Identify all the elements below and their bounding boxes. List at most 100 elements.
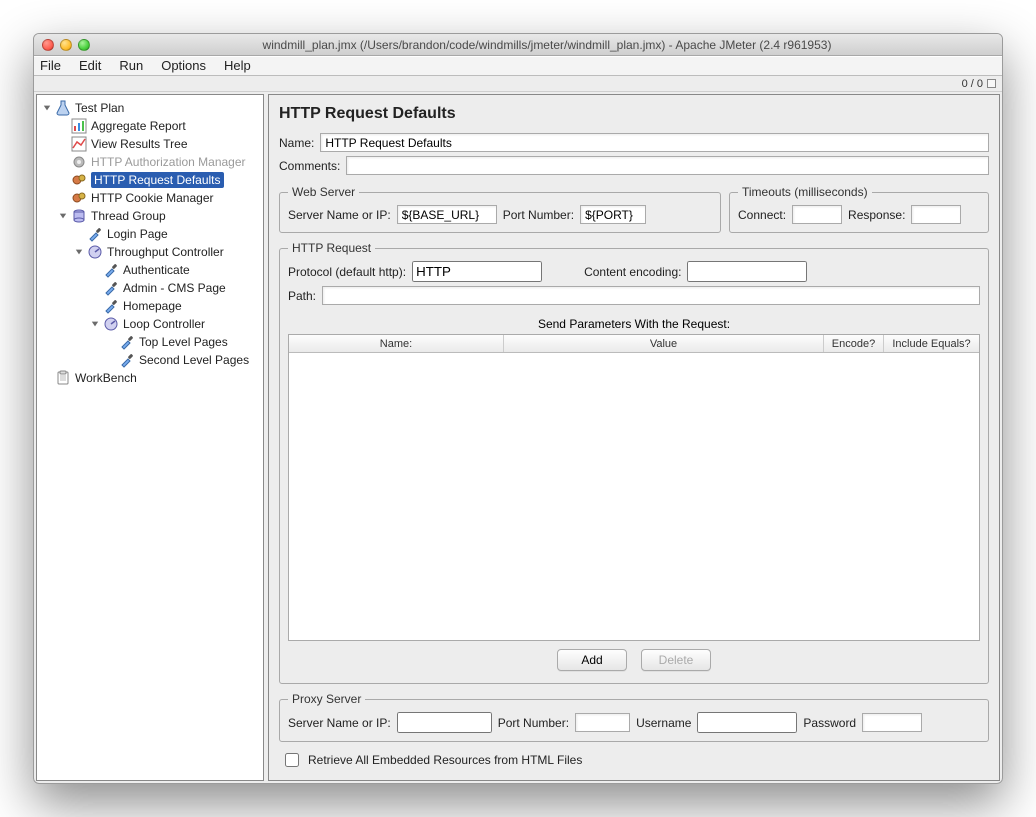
port-input[interactable] [580, 205, 646, 224]
status-indicator-icon [987, 79, 996, 88]
tree-item-aggregate-report[interactable]: Aggregate Report [37, 117, 263, 135]
tree-item-label: Admin - CMS Page [123, 281, 226, 295]
port-label: Port Number: [503, 208, 574, 222]
path-input[interactable] [322, 286, 980, 305]
tree-item-login-page[interactable]: Login Page [37, 225, 263, 243]
dropper-icon [87, 226, 103, 242]
dropper-icon [103, 262, 119, 278]
tree-item-http-auth-manager[interactable]: HTTP Authorization Manager [37, 153, 263, 171]
knob-icon [103, 316, 119, 332]
tree-item-label: Top Level Pages [139, 335, 228, 349]
comments-label: Comments: [279, 159, 340, 173]
tree-item-throughput-controller[interactable]: Throughput Controller [37, 243, 263, 261]
menu-run[interactable]: Run [119, 58, 143, 73]
proxy-server-group: Proxy Server Server Name or IP: Port Num… [279, 692, 989, 742]
protocol-input[interactable] [412, 261, 542, 282]
disclosure-triangle-icon[interactable] [57, 210, 69, 222]
knob-icon [87, 244, 103, 260]
titlebar: windmill_plan.jmx (/Users/brandon/code/w… [34, 34, 1002, 56]
dropper-icon [103, 298, 119, 314]
tree-item-admin-cms-page[interactable]: Admin - CMS Page [37, 279, 263, 297]
response-input[interactable] [911, 205, 961, 224]
test-plan-tree[interactable]: Test Plan Aggregate Report [36, 94, 264, 781]
delete-button[interactable]: Delete [641, 649, 711, 671]
status-bar: 0 / 0 [34, 76, 1002, 92]
tree-item-thread-group[interactable]: Thread Group [37, 207, 263, 225]
zoom-window-button[interactable] [78, 39, 90, 51]
connect-label: Connect: [738, 208, 786, 222]
clipboard-icon [55, 370, 71, 386]
disclosure-triangle-icon[interactable] [41, 102, 53, 114]
params-table[interactable]: Name: Value Encode? Include Equals? [288, 334, 980, 641]
dropper-icon [103, 280, 119, 296]
gear-icon [71, 154, 87, 170]
menu-file[interactable]: File [40, 58, 61, 73]
tree-item-label: WorkBench [75, 371, 137, 385]
add-button[interactable]: Add [557, 649, 627, 671]
tree-item-label: HTTP Cookie Manager [91, 191, 214, 205]
encoding-input[interactable] [687, 261, 807, 282]
tree-item-label: Thread Group [91, 209, 166, 223]
gears-icon [71, 190, 87, 206]
response-label: Response: [848, 208, 905, 222]
web-server-group: Web Server Server Name or IP: Port Numbe… [279, 185, 721, 233]
tree-item-homepage[interactable]: Homepage [37, 297, 263, 315]
timeouts-group: Timeouts (milliseconds) Connect: Respons… [729, 185, 989, 233]
proxy-user-input[interactable] [697, 712, 797, 733]
close-window-button[interactable] [42, 39, 54, 51]
tree-item-loop-controller[interactable]: Loop Controller [37, 315, 263, 333]
tree-item-label: Homepage [123, 299, 182, 313]
dropper-icon [119, 352, 135, 368]
http-request-group: HTTP Request Protocol (default http): Co… [279, 241, 989, 684]
tree-item-label: HTTP Request Defaults [91, 172, 224, 188]
menu-help[interactable]: Help [224, 58, 251, 73]
window-controls [42, 39, 90, 51]
proxy-server-label: Server Name or IP: [288, 716, 391, 730]
proxy-port-input[interactable] [575, 713, 630, 732]
server-name-input[interactable] [397, 205, 497, 224]
col-value[interactable]: Value [504, 335, 824, 352]
menu-options[interactable]: Options [161, 58, 206, 73]
disclosure-triangle-icon[interactable] [89, 318, 101, 330]
connect-input[interactable] [792, 205, 842, 224]
app-window: windmill_plan.jmx (/Users/brandon/code/w… [33, 33, 1003, 784]
chart-icon [71, 136, 87, 152]
spool-icon [71, 208, 87, 224]
col-include[interactable]: Include Equals? [884, 335, 979, 352]
proxy-pass-label: Password [803, 716, 856, 730]
tree-item-test-plan[interactable]: Test Plan [37, 99, 263, 117]
proxy-port-label: Port Number: [498, 716, 569, 730]
web-server-legend: Web Server [288, 185, 359, 199]
tree-item-label: Throughput Controller [107, 245, 224, 259]
tree-item-workbench[interactable]: WorkBench [37, 369, 263, 387]
proxy-user-label: Username [636, 716, 691, 730]
col-encode[interactable]: Encode? [824, 335, 884, 352]
disclosure-triangle-icon[interactable] [73, 246, 85, 258]
tree-item-authenticate[interactable]: Authenticate [37, 261, 263, 279]
proxy-server-input[interactable] [397, 712, 492, 733]
menu-edit[interactable]: Edit [79, 58, 101, 73]
tree-item-http-cookie-manager[interactable]: HTTP Cookie Manager [37, 189, 263, 207]
flask-icon [55, 100, 71, 116]
comments-input[interactable] [346, 156, 989, 175]
timeouts-legend: Timeouts (milliseconds) [738, 185, 872, 199]
tree-item-second-level-pages[interactable]: Second Level Pages [37, 351, 263, 369]
name-input[interactable] [320, 133, 989, 152]
editor-panel: HTTP Request Defaults Name: Comments: We… [268, 94, 1000, 781]
menubar: File Edit Run Options Help [34, 56, 1002, 76]
protocol-label: Protocol (default http): [288, 265, 406, 279]
tree-item-top-level-pages[interactable]: Top Level Pages [37, 333, 263, 351]
retrieve-embedded-checkbox[interactable] [285, 753, 299, 767]
gears-icon [71, 172, 87, 188]
server-name-label: Server Name or IP: [288, 208, 391, 222]
tree-item-http-request-defaults[interactable]: HTTP Request Defaults [37, 171, 263, 189]
encoding-label: Content encoding: [584, 265, 681, 279]
minimize-window-button[interactable] [60, 39, 72, 51]
proxy-pass-input[interactable] [862, 713, 922, 732]
tree-item-view-results-tree[interactable]: View Results Tree [37, 135, 263, 153]
params-table-header: Name: Value Encode? Include Equals? [289, 335, 979, 353]
params-table-body[interactable] [289, 353, 979, 640]
col-name[interactable]: Name: [289, 335, 504, 352]
thread-counter: 0 / 0 [962, 78, 983, 90]
window-title: windmill_plan.jmx (/Users/brandon/code/w… [100, 38, 994, 52]
